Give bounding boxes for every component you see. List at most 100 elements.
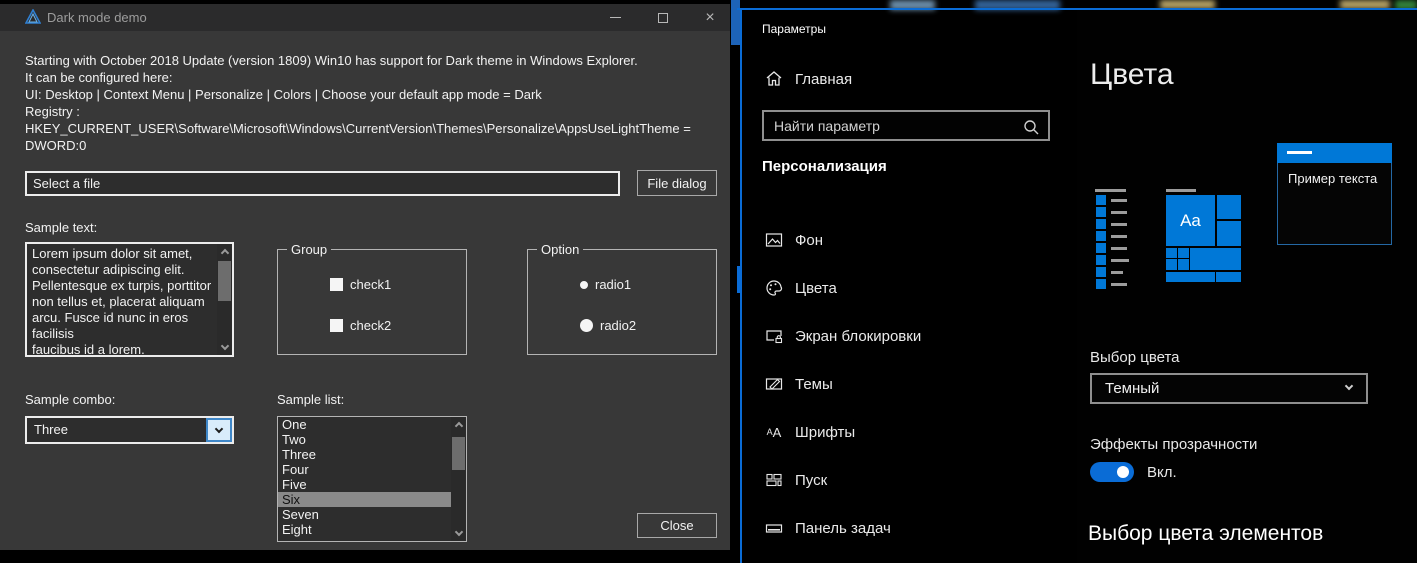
scroll-down-button[interactable] (451, 526, 466, 541)
list-item-selected[interactable]: Six (278, 492, 451, 507)
radio-unselected-icon[interactable] (580, 281, 588, 289)
sidebar-item-lock-screen[interactable]: Экран блокировки (742, 319, 1077, 353)
window-title: Dark mode demo (47, 10, 147, 25)
colors-palette-icon (765, 279, 783, 297)
sidebar-item-background[interactable]: Фон (742, 223, 1077, 257)
chevron-down-icon (215, 424, 223, 432)
sidebar-item-fonts[interactable]: AA Шрифты (742, 415, 1077, 449)
preview-list-square (1096, 195, 1106, 205)
search-icon (1022, 118, 1040, 136)
preview-list-square (1096, 267, 1106, 277)
group-box: Group check1 check2 (277, 249, 467, 355)
list-item[interactable]: Three (278, 447, 451, 462)
checkbox-row[interactable]: check1 (330, 277, 391, 292)
sidebar-item-taskbar[interactable]: Панель задач (742, 511, 1077, 545)
preview-start-tile (1178, 259, 1189, 270)
settings-content: Цвета Aa (1077, 10, 1417, 563)
combo-dropdown-button[interactable] (206, 418, 232, 442)
sidebar-item-start[interactable]: Пуск (742, 463, 1077, 497)
preview-sample-text: Пример текста (1288, 171, 1377, 186)
color-select-label: Выбор цвета (1090, 349, 1180, 366)
sidebar-item-colors[interactable]: Цвета (742, 271, 1077, 305)
preview-start-header (1166, 189, 1196, 192)
sidebar-item-themes[interactable]: Темы (742, 367, 1077, 401)
sample-combo[interactable]: Three (25, 416, 234, 444)
maximize-button[interactable] (646, 4, 680, 31)
list-item[interactable]: Eight (278, 522, 451, 537)
radio-row[interactable]: radio1 (580, 277, 631, 292)
preview-start-tile (1166, 248, 1177, 258)
checkbox-label: check2 (350, 318, 391, 333)
preview-list-square (1096, 279, 1106, 289)
page-title: Цвета (1090, 58, 1174, 92)
scrollbar-thumb[interactable] (218, 261, 231, 301)
preview-list-line (1111, 271, 1123, 274)
start-icon (765, 471, 783, 489)
radio-selected-icon[interactable] (580, 319, 593, 332)
scrollbar-thumb[interactable] (452, 437, 465, 470)
preview-aa-tile: Aa (1166, 195, 1215, 246)
file-path-input[interactable]: Select a file (25, 171, 620, 196)
preview-list-line (1111, 283, 1127, 286)
dark-mode-demo-window: Dark mode demo × Starting with October 2… (0, 4, 730, 550)
checkbox-row[interactable]: check2 (330, 318, 391, 333)
info-line: UI: Desktop | Context Menu | Personalize… (25, 86, 715, 103)
sample-textarea[interactable]: Lorem ipsum dolor sit amet, consectetur … (25, 242, 234, 357)
list-item[interactable]: One (278, 417, 451, 432)
maximize-icon (658, 13, 668, 23)
app-title: Параметры (762, 22, 826, 36)
list-scrollbar[interactable] (451, 417, 466, 541)
textarea-scrollbar[interactable] (217, 244, 232, 355)
search-placeholder: Найти параметр (774, 118, 880, 134)
info-line: It can be configured here: (25, 69, 715, 86)
preview-list-square (1096, 243, 1106, 253)
sample-list[interactable]: One Two Three Four Five Six Seven Eight (277, 416, 467, 542)
preview-list-line (1111, 235, 1127, 238)
file-dialog-button[interactable]: File dialog (637, 170, 717, 196)
group-box-label: Group (287, 242, 331, 257)
preview-list-square (1096, 219, 1106, 229)
preview-list-square (1096, 231, 1106, 241)
preview-start-tile (1166, 259, 1177, 270)
scroll-up-button[interactable] (217, 244, 232, 259)
toggle-state-label: Вкл. (1147, 464, 1177, 481)
search-input[interactable]: Найти параметр (762, 110, 1050, 141)
color-mode-dropdown[interactable]: Темный (1090, 373, 1368, 404)
checkbox-icon[interactable] (330, 319, 343, 332)
chevron-down-icon (1345, 382, 1353, 390)
info-text: Starting with October 2018 Update (versi… (25, 52, 715, 154)
sidebar-item-label: Шрифты (795, 424, 855, 441)
sidebar-item-home[interactable]: Главная (742, 62, 1077, 96)
sidebar-item-label: Темы (795, 376, 833, 393)
close-button[interactable]: Close (637, 513, 717, 538)
radio-label: radio2 (600, 318, 636, 333)
checkbox-label: check1 (350, 277, 391, 292)
radio-row[interactable]: radio2 (580, 318, 636, 333)
scroll-down-button[interactable] (217, 340, 232, 355)
preview-list-line (1111, 247, 1127, 250)
transparency-label: Эффекты прозрачности (1090, 436, 1257, 453)
preview-list-square (1096, 255, 1106, 265)
app-logo-icon (25, 9, 41, 25)
transparency-toggle[interactable] (1090, 462, 1134, 482)
preview-sample-window: Пример текста (1277, 143, 1392, 245)
checkbox-icon[interactable] (330, 278, 343, 291)
info-line: Starting with October 2018 Update (versi… (25, 52, 715, 69)
titlebar[interactable]: Dark mode demo × (0, 4, 730, 31)
list-item[interactable]: Four (278, 462, 451, 477)
minimize-button[interactable] (598, 4, 632, 31)
desktop: Dark mode demo × Starting with October 2… (0, 0, 1417, 563)
option-box: Option radio1 radio2 (527, 249, 717, 355)
list-item[interactable]: Five (278, 477, 451, 492)
preview-start-tile (1178, 248, 1189, 258)
preview-start-tile (1217, 195, 1241, 219)
combo-value: Three (34, 422, 68, 437)
list-item[interactable]: Seven (278, 507, 451, 522)
toggle-knob (1117, 466, 1129, 478)
sidebar-item-label: Экран блокировки (795, 328, 921, 345)
preview-start-tile (1166, 272, 1215, 282)
list-item[interactable]: Two (278, 432, 451, 447)
scroll-up-button[interactable] (451, 417, 466, 432)
close-window-button[interactable]: × (693, 4, 727, 31)
sidebar-item-label: Главная (795, 71, 852, 88)
